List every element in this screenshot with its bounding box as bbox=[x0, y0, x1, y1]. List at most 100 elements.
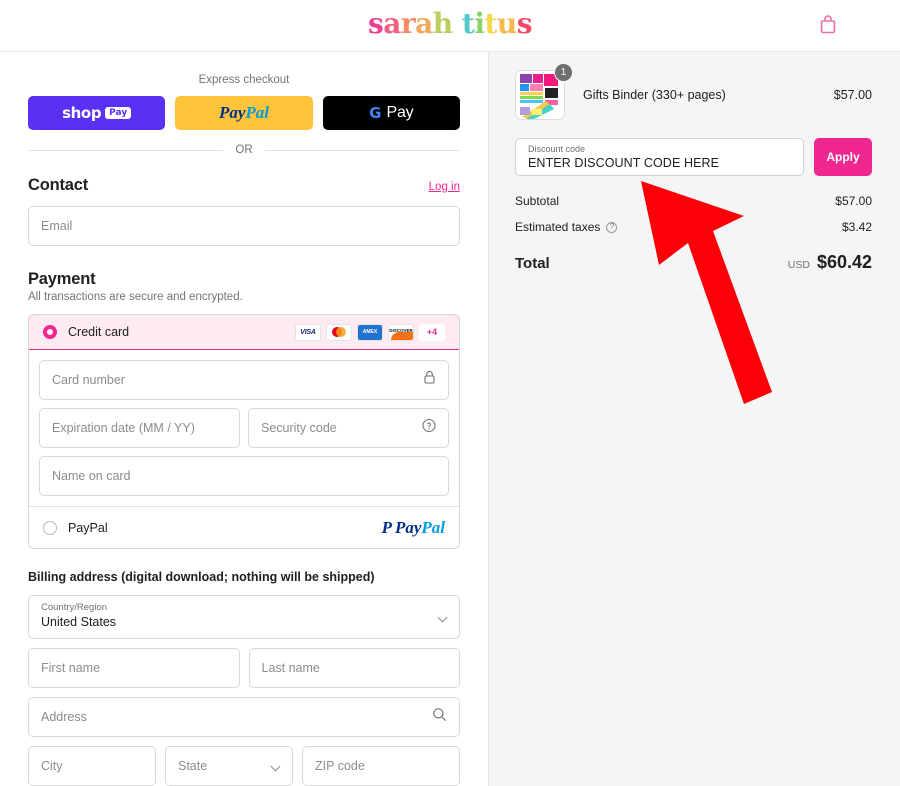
payment-methods-box: Credit card VISA AMEX DISCOVER +4 Card n… bbox=[28, 314, 460, 549]
amex-label: AMEX bbox=[362, 329, 378, 335]
email-placeholder: Email bbox=[41, 219, 73, 233]
first-name-field[interactable]: First name bbox=[28, 648, 240, 688]
checkout-page: sarah titus Express checkout shop Pay Pa… bbox=[0, 0, 900, 786]
currency-code: USD bbox=[787, 259, 810, 271]
payment-title: Payment bbox=[28, 270, 96, 288]
security-code-placeholder: Security code bbox=[261, 421, 337, 435]
lock-icon bbox=[423, 370, 436, 390]
divider-line-right bbox=[264, 149, 460, 151]
zip-code-field[interactable]: ZIP code bbox=[302, 746, 460, 786]
google-pay-label: Pay bbox=[386, 104, 414, 121]
discover-icon: DISCOVER bbox=[388, 323, 414, 341]
express-checkout-buttons: shop Pay PayPal G Pay bbox=[28, 96, 460, 130]
first-name-placeholder: First name bbox=[41, 661, 101, 675]
discount-code-label: Discount code bbox=[528, 144, 586, 154]
paypal-p-mark: P bbox=[381, 517, 392, 537]
last-name-field[interactable]: Last name bbox=[248, 648, 460, 688]
paypal-word-pal: Pal bbox=[245, 103, 270, 122]
paypal-express-button[interactable]: PayPal bbox=[175, 96, 313, 130]
log-in-link[interactable]: Log in bbox=[429, 181, 460, 193]
name-on-card-placeholder: Name on card bbox=[52, 469, 131, 483]
subtotal-row: Subtotal $57.00 bbox=[515, 194, 872, 208]
logo-letter: h bbox=[432, 7, 453, 40]
shop-pay-button[interactable]: shop Pay bbox=[28, 96, 166, 130]
total-label: Total bbox=[515, 255, 550, 272]
payment-method-credit-card[interactable]: Credit card VISA AMEX DISCOVER +4 bbox=[29, 315, 459, 350]
card-number-placeholder: Card number bbox=[52, 373, 125, 387]
logo-letter: s bbox=[516, 7, 533, 40]
credit-card-radio[interactable] bbox=[43, 325, 57, 339]
city-field[interactable]: City bbox=[28, 746, 156, 786]
divider-line-left bbox=[28, 149, 224, 151]
shopping-bag-icon[interactable] bbox=[818, 14, 838, 36]
visa-icon: VISA bbox=[295, 323, 321, 341]
taxes-info-icon[interactable]: ? bbox=[606, 221, 618, 233]
product-thumbnail-wrap: 1 bbox=[515, 63, 573, 120]
product-price: $57.00 bbox=[833, 88, 872, 102]
country-region-select[interactable]: Country/Region United States bbox=[28, 595, 460, 639]
or-divider: OR bbox=[28, 144, 460, 156]
checkout-form-column: Express checkout shop Pay PayPal G Pay O… bbox=[0, 52, 488, 786]
state-select[interactable]: State bbox=[165, 746, 293, 786]
paypal-word-pay: Pay bbox=[218, 103, 246, 122]
product-name: Gifts Binder (330+ pages) bbox=[583, 88, 726, 102]
name-on-card-field[interactable]: Name on card bbox=[39, 456, 449, 496]
card-number-field[interactable]: Card number bbox=[39, 360, 449, 400]
email-field[interactable]: Email bbox=[28, 206, 460, 246]
estimated-taxes-label: Estimated taxes bbox=[515, 220, 601, 234]
question-circle-icon[interactable] bbox=[422, 418, 436, 438]
total-row: Total USD $60.42 bbox=[515, 252, 872, 273]
subtotal-amount: $57.00 bbox=[835, 194, 872, 208]
estimated-taxes-amount: $3.42 bbox=[841, 220, 872, 234]
state-placeholder: State bbox=[178, 759, 208, 773]
contact-section: Contact Log in Email bbox=[28, 176, 460, 246]
city-placeholder: City bbox=[41, 759, 63, 773]
subtotal-label: Subtotal bbox=[515, 194, 560, 208]
shop-pay-label: shop bbox=[62, 104, 102, 122]
payment-method-paypal[interactable]: PayPal P PayPal bbox=[29, 506, 459, 548]
logo-letter: a bbox=[415, 7, 433, 40]
address-field[interactable]: Address bbox=[28, 697, 460, 737]
amex-icon: AMEX bbox=[357, 323, 383, 341]
logo-letter: r bbox=[400, 7, 416, 40]
checkout-columns: Express checkout shop Pay PayPal G Pay O… bbox=[0, 52, 900, 786]
google-g-icon: G bbox=[369, 104, 382, 122]
estimated-taxes-row: Estimated taxes ? $3.42 bbox=[515, 220, 872, 234]
site-logo[interactable]: sarah titus bbox=[0, 9, 900, 39]
paypal-radio[interactable] bbox=[43, 520, 57, 535]
apply-discount-button[interactable]: Apply bbox=[814, 138, 872, 176]
logo-letter: a bbox=[383, 7, 401, 40]
logo-letter: s bbox=[367, 7, 384, 40]
last-name-placeholder: Last name bbox=[261, 661, 320, 675]
security-code-field[interactable]: Security code bbox=[248, 408, 449, 448]
name-fields-row: First name Last name bbox=[28, 648, 460, 688]
site-header: sarah titus bbox=[0, 0, 900, 52]
contact-header: Contact Log in bbox=[28, 176, 460, 195]
state-chevron-down-icon bbox=[270, 761, 281, 772]
express-checkout-section: Express checkout shop Pay PayPal G Pay O… bbox=[28, 74, 460, 156]
mastercard-icon bbox=[326, 323, 352, 341]
expiration-date-field[interactable]: Expiration date (MM / YY) bbox=[39, 408, 240, 448]
paypal-method-label: PayPal bbox=[68, 520, 108, 535]
total-amount: $60.42 bbox=[816, 252, 872, 272]
contact-title: Contact bbox=[28, 176, 89, 194]
discount-code-value: ENTER DISCOUNT CODE HERE bbox=[528, 156, 720, 170]
discount-code-row: Discount code ENTER DISCOUNT CODE HERE A… bbox=[515, 138, 872, 176]
country-region-label: Country/Region bbox=[41, 602, 108, 613]
card-brand-icons: VISA AMEX DISCOVER +4 bbox=[295, 323, 445, 341]
payment-section: Payment All transactions are secure and … bbox=[28, 270, 460, 549]
more-cards-badge[interactable]: +4 bbox=[419, 323, 445, 341]
search-icon[interactable] bbox=[432, 707, 447, 727]
discount-code-input[interactable]: Discount code ENTER DISCOUNT CODE HERE bbox=[515, 138, 804, 176]
paypal-logo-pal: Pal bbox=[421, 517, 445, 537]
logo-space bbox=[453, 9, 462, 39]
google-pay-button[interactable]: G Pay bbox=[322, 96, 460, 130]
order-line-item: 1 Gifts Binder (330+ pages) $57.00 bbox=[515, 63, 872, 120]
billing-address-title: Billing address (digital download; nothi… bbox=[28, 570, 375, 584]
address-placeholder: Address bbox=[41, 710, 87, 724]
mastercard-right-circle bbox=[336, 327, 346, 337]
paypal-logo-pay: Pay bbox=[394, 517, 422, 537]
payment-subtitle: All transactions are secure and encrypte… bbox=[28, 291, 243, 303]
expiration-placeholder: Expiration date (MM / YY) bbox=[52, 421, 195, 435]
order-summary-column: 1 Gifts Binder (330+ pages) $57.00 Disco… bbox=[488, 52, 900, 786]
